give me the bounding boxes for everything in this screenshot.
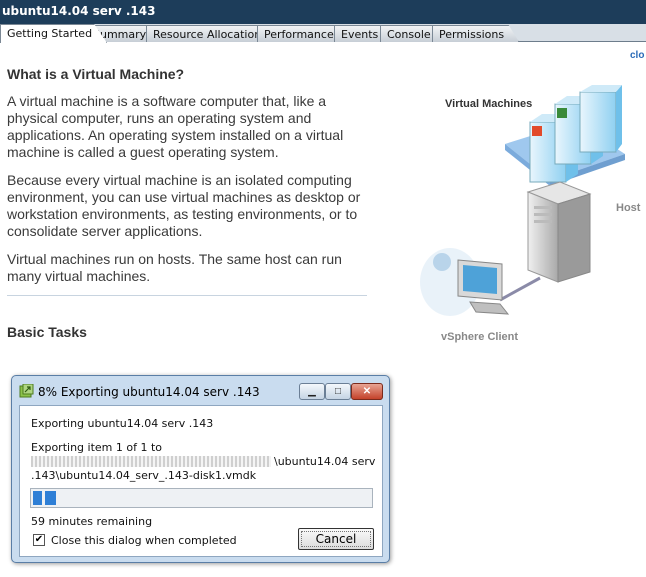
tab-getting-started[interactable]: Getting Started: [0, 24, 108, 43]
export-progress-bar: [30, 488, 373, 508]
virtual-machines-label: Virtual Machines: [445, 98, 533, 110]
window-title: ubuntu14.04 serv .143: [0, 0, 646, 24]
close-tab-link[interactable]: clo: [630, 50, 644, 61]
time-remaining: 59 minutes remaining: [31, 515, 153, 528]
export-path-line2: .143\ubuntu14.04_serv_.143-disk1.vmdk: [31, 469, 257, 482]
export-path-line1: \ubuntu14.04 serv: [274, 455, 376, 468]
tab-bar: Getting Started Summary Resource Allocat…: [0, 24, 646, 43]
tab-permissions[interactable]: Permissions: [432, 25, 520, 42]
redacted-path: [31, 456, 271, 467]
minimize-button[interactable]: ▁: [299, 383, 325, 400]
cancel-button[interactable]: Cancel: [298, 528, 374, 550]
paragraph-hosts: Virtual machines run on hosts. The same …: [7, 251, 342, 284]
close-when-complete-label: Close this dialog when completed: [51, 534, 237, 547]
close-button[interactable]: ✕: [351, 383, 383, 400]
section-heading: What is a Virtual Machine?: [7, 66, 185, 82]
maximize-button[interactable]: □: [325, 383, 351, 400]
paragraph-isolation: Because every virtual machine is an isol…: [7, 172, 361, 239]
paragraph-intro: A virtual machine is a software computer…: [7, 93, 344, 160]
close-when-complete-checkbox[interactable]: ✔: [33, 534, 45, 546]
vm-host-illustration: [420, 85, 625, 316]
export-item-label: Exporting item 1 of 1 to: [31, 441, 162, 454]
basic-tasks-heading: Basic Tasks: [7, 324, 87, 340]
exporting-label: Exporting ubuntu14.04 serv .143: [31, 417, 214, 430]
getting-started-content: What is a Virtual Machine? A virtual mac…: [7, 66, 367, 285]
vsphere-client-label: vSphere Client: [441, 331, 519, 343]
export-progress-fill: [31, 489, 58, 507]
host-server-icon: [526, 181, 592, 283]
section-divider: [7, 295, 367, 296]
dialog-title: 8% Exporting ubuntu14.04 serv .143: [38, 385, 260, 399]
export-icon: [19, 384, 34, 398]
dialog-body: Exporting ubuntu14.04 serv .143 Exportin…: [19, 405, 383, 557]
vm-cube-3: [579, 85, 622, 153]
export-dialog: 8% Exporting ubuntu14.04 serv .143 ▁ □ ✕…: [11, 375, 390, 563]
tab-resource-allocation[interactable]: Resource Allocation: [146, 25, 277, 42]
vm-diagram: Virtual Machines Host vSphere Client: [410, 82, 646, 352]
host-label: Host: [616, 202, 641, 214]
vsphere-client-icon: [420, 248, 510, 316]
